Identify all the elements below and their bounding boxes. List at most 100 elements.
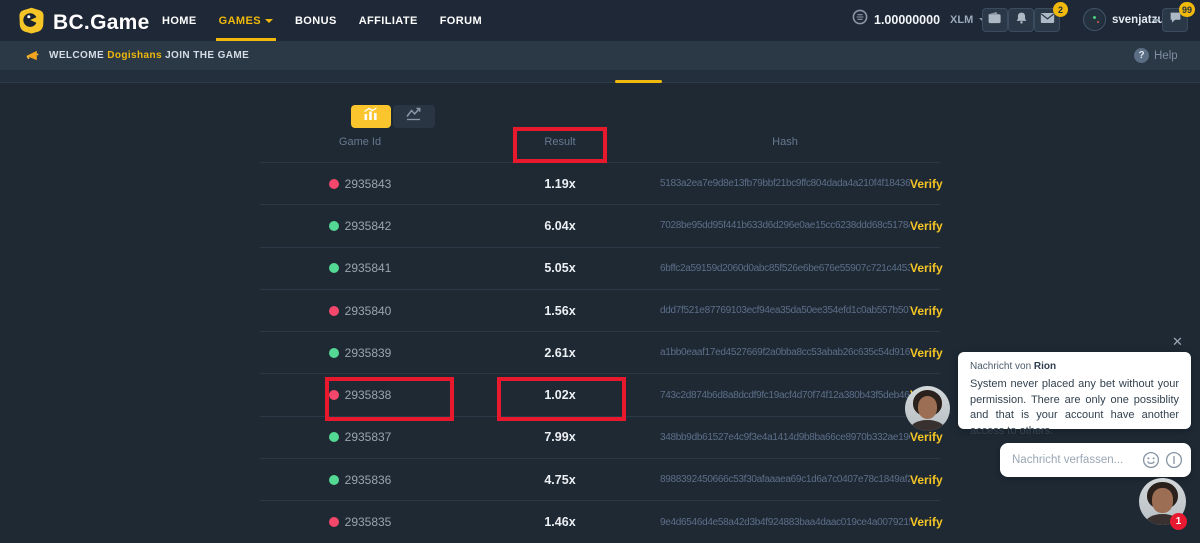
nav-label: GAMES <box>219 15 261 27</box>
game-id-cell[interactable]: 2935840 <box>260 304 460 318</box>
column-header-hash: Hash <box>660 136 910 148</box>
main-nav: HOME GAMES BONUS AFFILIATE FORUM <box>162 0 482 41</box>
nav-label: FORUM <box>440 15 482 27</box>
game-id-cell[interactable]: 2935835 <box>260 515 460 529</box>
history-view-toggle[interactable] <box>351 105 391 128</box>
table-row: 2935836 4.75x 8988392450666c53f30afaaaea… <box>260 458 940 500</box>
chevron-down-icon <box>265 19 273 23</box>
chat-message-from: Nachricht von Rion <box>970 361 1179 372</box>
verify-link[interactable]: Verify <box>910 219 940 233</box>
game-id-cell[interactable]: 2935839 <box>260 346 460 360</box>
verify-link[interactable]: Verify <box>910 177 940 191</box>
annotation-box-result <box>497 377 626 421</box>
table-row: 2935837 7.99x 348bb9db61527e4c9f3e4a1414… <box>260 416 940 458</box>
result-value: 5.05x <box>460 261 660 275</box>
game-id: 2935836 <box>345 473 392 487</box>
attachment-icon[interactable] <box>1165 451 1183 469</box>
top-navigation-bar: BC.Game HOME GAMES BONUS AFFILIATE FORUM… <box>0 0 1200 41</box>
unread-badge: 1 <box>1170 513 1187 530</box>
bar-chart-icon <box>362 107 380 126</box>
hash-value: 743c2d874b6d8a8dcdf9fc19acf4d70f74f12a38… <box>660 390 910 401</box>
horizontal-divider <box>0 82 1200 83</box>
nav-item-games[interactable]: GAMES <box>219 0 273 41</box>
welcome-banner: WELCOME Dogishans JOIN THE GAME ? Help <box>0 41 1200 70</box>
content-top-strip <box>0 70 1200 82</box>
game-id: 2935842 <box>345 219 392 233</box>
chat-toggle-button[interactable]: 99 <box>1162 8 1188 32</box>
hash-value: 6bffc2a59159d2060d0abc85f526e6be676e5590… <box>660 263 910 274</box>
hash-value: 348bb9db61527e4c9f3e4a1414d9b8ba66ce8970… <box>660 432 910 443</box>
table-row: 2935841 5.05x 6bffc2a59159d2060d0abc85f5… <box>260 247 940 289</box>
chat-message-text: System never placed any bet without your… <box>970 377 1179 439</box>
table-row: 2935835 1.46x 9e4d6546d4e58a42d3b4f92488… <box>260 500 940 542</box>
welcome-message: WELCOME Dogishans JOIN THE GAME <box>49 50 249 61</box>
nav-item-affiliate[interactable]: AFFILIATE <box>359 0 418 41</box>
game-id: 2935841 <box>345 261 392 275</box>
result-value: 4.75x <box>460 473 660 487</box>
result-value: 1.19x <box>460 177 660 191</box>
envelope-icon <box>1040 11 1055 29</box>
welcome-username: Dogishans <box>107 50 162 61</box>
balance-selector[interactable]: 1.00000000 XLM <box>852 9 987 30</box>
balance-currency: XLM <box>950 14 973 26</box>
nav-label: BONUS <box>295 15 337 27</box>
chat-input[interactable] <box>1012 454 1137 466</box>
game-id-cell[interactable]: 2935837 <box>260 430 460 444</box>
verify-link[interactable]: Verify <box>910 473 940 487</box>
verify-link[interactable]: Verify <box>910 304 940 318</box>
result-value: 6.04x <box>460 219 660 233</box>
hash-value: 8988392450666c53f30afaaaea69c1d6a7c0407e… <box>660 474 910 485</box>
history-table: 2935843 1.19x 5183a2ea7e9d8e13fb79bbf21b… <box>260 162 940 543</box>
nav-item-home[interactable]: HOME <box>162 0 197 41</box>
game-id-cell[interactable]: 2935841 <box>260 261 460 275</box>
game-id-cell[interactable]: 2935843 <box>260 177 460 191</box>
table-row: 2935842 6.04x 7028be95dd95f441b633d6d296… <box>260 204 940 246</box>
verify-link[interactable]: Verify <box>910 430 940 444</box>
game-id: 2935843 <box>345 177 392 191</box>
messages-button[interactable]: 2 <box>1034 8 1060 32</box>
wallet-button[interactable] <box>982 8 1008 32</box>
notifications-button[interactable] <box>1008 8 1034 32</box>
hash-value: 7028be95dd95f441b633d6d296e0ae15cc6238dd… <box>660 220 910 231</box>
verify-link[interactable]: Verify <box>910 515 940 529</box>
chat-input-bar <box>1000 443 1191 477</box>
game-id-cell[interactable]: 2935836 <box>260 473 460 487</box>
status-dot <box>329 348 339 358</box>
table-row: 2935840 1.56x ddd7f521e87769103ecf94ea35… <box>260 289 940 331</box>
annotation-box-game-id <box>325 377 454 421</box>
hash-value: 9e4d6546d4e58a42d3b4f924883baa4daac019ce… <box>660 517 910 528</box>
hash-value: ddd7f521e87769103ecf94ea35da50ee354efd1c… <box>660 305 910 316</box>
emoji-icon[interactable] <box>1142 451 1160 469</box>
status-dot <box>329 475 339 485</box>
panel-collapse-handle[interactable] <box>615 80 662 83</box>
bell-icon <box>1015 11 1028 30</box>
close-icon[interactable]: ✕ <box>1172 334 1183 350</box>
game-id: 2935837 <box>345 430 392 444</box>
result-value: 2.61x <box>460 346 660 360</box>
game-id-cell[interactable]: 2935842 <box>260 219 460 233</box>
user-avatar[interactable] <box>1083 8 1106 31</box>
mail-badge: 2 <box>1053 2 1068 17</box>
question-mark-icon: ? <box>1134 48 1149 63</box>
table-row: 2935839 2.61x a1bb0eaaf17ed4527669f2a0bb… <box>260 331 940 373</box>
help-button[interactable]: ? Help <box>1134 48 1178 63</box>
hash-value: 5183a2ea7e9d8e13fb79bbf21bc9ffc804dada4a… <box>660 178 910 189</box>
status-dot <box>329 517 339 527</box>
chat-sender-name: Rion <box>1034 361 1056 372</box>
status-dot <box>329 263 339 273</box>
game-id: 2935840 <box>345 304 392 318</box>
nav-label: HOME <box>162 15 197 27</box>
brand-name: BC.Game <box>53 11 150 35</box>
brand-logo[interactable]: BC.Game <box>18 7 150 39</box>
verify-link[interactable]: Verify <box>910 261 940 275</box>
welcome-suffix: JOIN THE GAME <box>162 50 249 61</box>
chat-sender-avatar[interactable] <box>905 386 950 431</box>
chevron-down-icon <box>1152 19 1160 23</box>
table-row: 2935843 1.19x 5183a2ea7e9d8e13fb79bbf21b… <box>260 162 940 204</box>
status-dot <box>329 432 339 442</box>
trend-view-toggle[interactable] <box>393 105 435 128</box>
nav-item-bonus[interactable]: BONUS <box>295 0 337 41</box>
game-id: 2935839 <box>345 346 392 360</box>
nav-item-forum[interactable]: FORUM <box>440 0 482 41</box>
verify-link[interactable]: Verify <box>910 346 940 360</box>
